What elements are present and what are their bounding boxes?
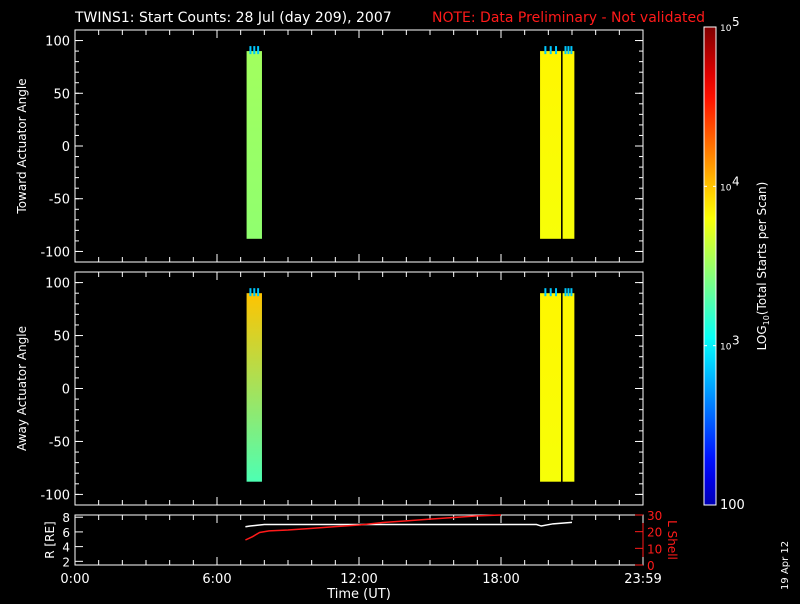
chart-title: TWINS1: Start Counts: 28 Jul (day 209), … [74, 10, 392, 26]
y-tick-label: 4 [62, 541, 70, 555]
y-tick-label: 50 [53, 87, 70, 102]
y-right-tick-label: 0 [647, 559, 655, 573]
colorbar-tick-label: 10 [720, 343, 732, 353]
y-tick-label: 100 [45, 35, 70, 50]
colorbar-label-subscript: 10 [762, 315, 771, 325]
y-axis-label: Away Actuator Angle [15, 326, 29, 451]
y-tick-label: 8 [62, 511, 70, 525]
x-tick-label: 12:00 [340, 572, 377, 587]
data-block [540, 51, 562, 239]
y-tick-label: -50 [49, 193, 70, 208]
y-tick-label: -100 [40, 488, 70, 503]
colorbar-label-rest: (Total Starts per Scan) [755, 182, 769, 316]
y-right-tick-label: 10 [647, 542, 662, 556]
y-tick-label: 50 [53, 330, 70, 345]
y-axis-label: Toward Actuator Angle [15, 78, 29, 214]
data-block [562, 293, 575, 482]
y-tick-label: -100 [40, 245, 70, 260]
y-axis-label: R [RE] [43, 521, 57, 558]
x-tick-label: 6:00 [202, 572, 231, 587]
y-right-tick-label: 30 [647, 509, 662, 523]
x-tick-label: 18:00 [482, 572, 519, 587]
y-right-tick-label: 20 [647, 526, 662, 540]
data-block [246, 51, 262, 239]
y-tick-label: 6 [62, 526, 70, 540]
colorbar-tick-exponent: 3 [732, 334, 740, 348]
x-tick-label: 23:59 [624, 572, 661, 587]
date-stamp: 19 Apr 12 [780, 541, 791, 590]
y-tick-label: 2 [62, 555, 70, 569]
x-axis-label: Time (UT) [326, 587, 391, 600]
y-tick-label: 100 [45, 277, 70, 292]
y-tick-label: 0 [62, 140, 70, 155]
y-tick-label: -50 [49, 435, 70, 450]
x-tick-label: 0:00 [60, 572, 89, 587]
data-block [540, 293, 562, 482]
colorbar-tick-label: 100 [720, 498, 745, 513]
colorbar-scale [703, 26, 717, 506]
colorbar-tick-exponent: 4 [732, 174, 740, 188]
figure: TWINS1: Start Counts: 28 Jul (day 209), … [0, 0, 800, 602]
colorbar-label-main: LOG [755, 325, 769, 350]
colorbar-tick-label: 10 [720, 183, 732, 193]
colorbar-tick-label: 10 [720, 24, 732, 34]
colorbar-tick-exponent: 5 [732, 15, 740, 29]
data-block [246, 293, 262, 482]
y-right-axis-label: L Shell [665, 520, 679, 560]
preliminary-note: NOTE: Data Preliminary - Not validated [432, 10, 705, 26]
data-block [562, 51, 575, 239]
y-tick-label: 0 [62, 383, 70, 398]
